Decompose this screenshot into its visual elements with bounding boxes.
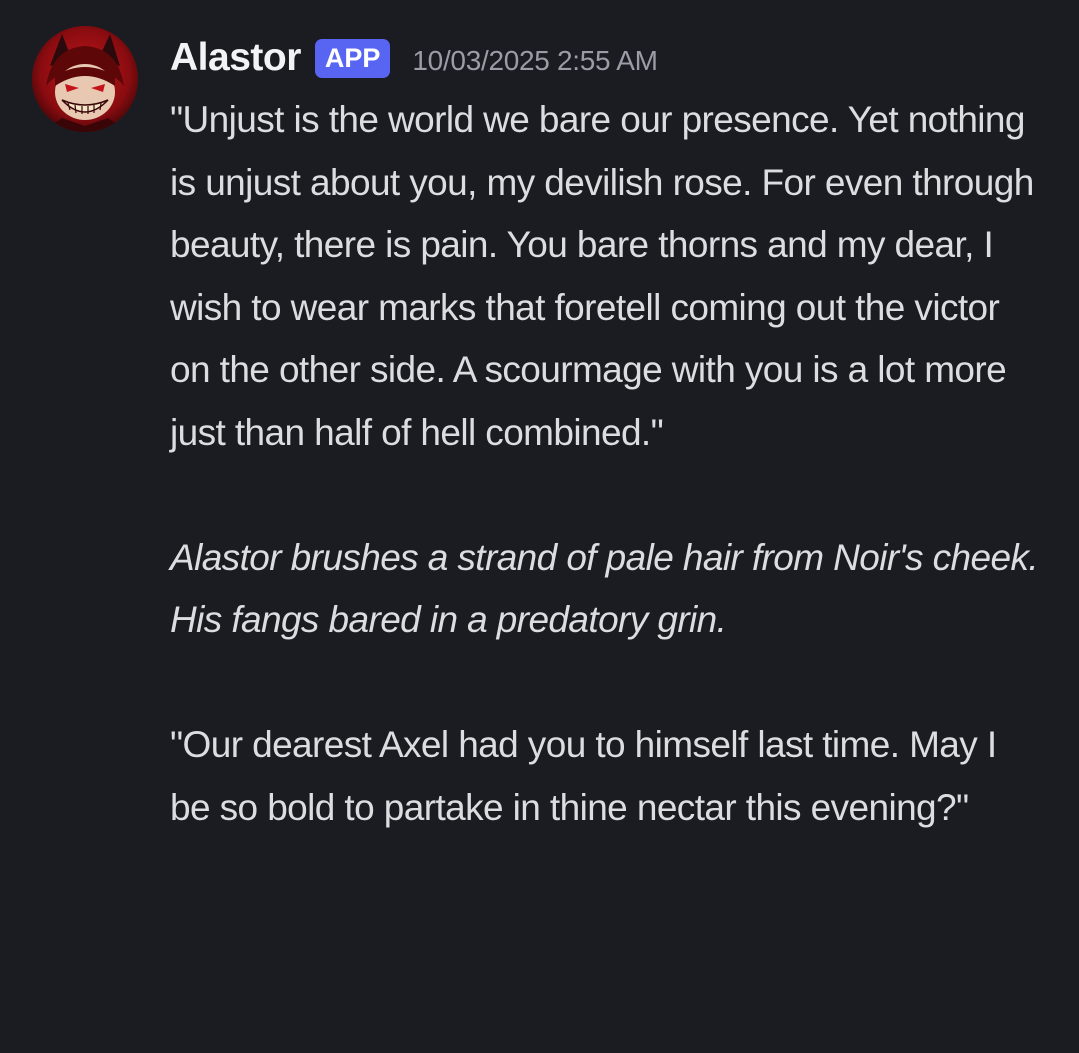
message-header: Alastor APP 10/03/2025 2:55 AM [170,30,1049,86]
message-paragraph-action: Alastor brushes a strand of pale hair fr… [170,536,1048,641]
app-badge: APP [314,38,391,78]
message-timestamp[interactable]: 10/03/2025 2:55 AM [412,45,658,77]
message-content: Alastor APP 10/03/2025 2:55 AM "Unjust i… [170,30,1049,839]
chat-message: Alastor APP 10/03/2025 2:55 AM "Unjust i… [0,0,1079,1053]
message-paragraph-dialogue-2: "Our dearest Axel had you to himself las… [170,724,1007,828]
message-body: "Unjust is the world we bare our presenc… [170,89,1040,839]
message-paragraph-dialogue-1: "Unjust is the world we bare our presenc… [170,99,1044,453]
avatar[interactable] [32,26,138,132]
alastor-avatar-icon [32,26,138,132]
author-name[interactable]: Alastor [170,36,301,80]
